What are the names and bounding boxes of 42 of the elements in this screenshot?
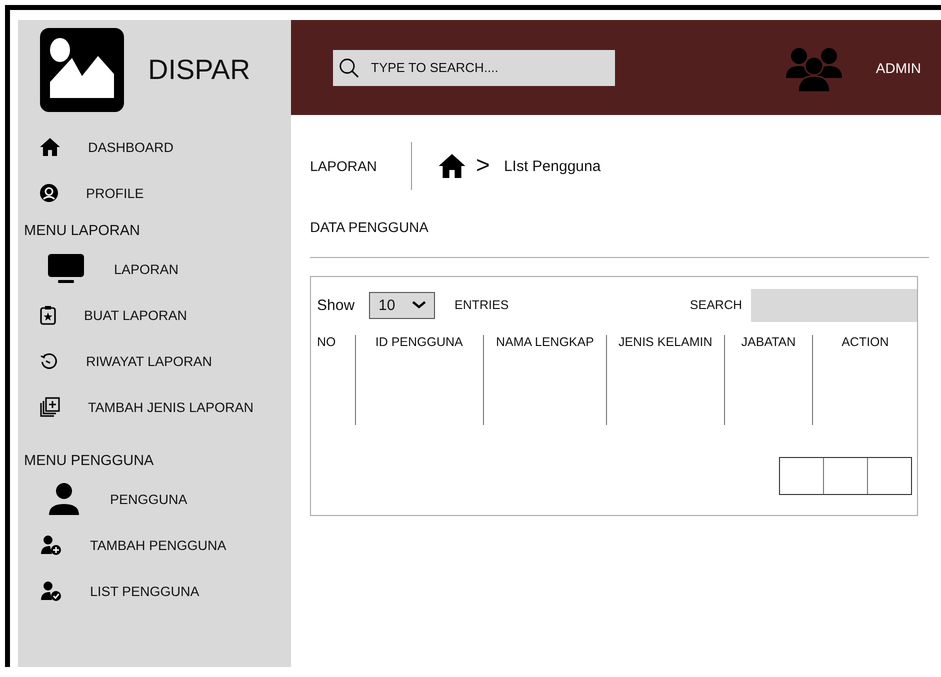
breadcrumb-current: LIst Pengguna <box>504 158 601 174</box>
page-size-select[interactable]: 10 <box>368 292 435 318</box>
menu-heading: MENU LAPORAN <box>23 222 140 241</box>
sidebar-item[interactable]: LAPORAN <box>18 246 291 292</box>
column-header: NO <box>317 335 336 349</box>
page-title: LAPORAN <box>310 158 377 174</box>
sidebar-item[interactable]: DASHBOARD <box>18 124 291 170</box>
profile-icon <box>40 184 58 202</box>
column-header: ID PENGGUNA <box>375 335 463 349</box>
sidebar-item[interactable]: TAMBAH JENIS LAPORAN <box>18 384 291 430</box>
search-label: SEARCH <box>690 298 742 312</box>
sidebar-item[interactable]: LIST PENGGUNA <box>18 568 291 614</box>
person-add-icon <box>40 535 62 555</box>
sidebar-item[interactable]: TAMBAH PENGGUNA <box>18 522 291 568</box>
show-label: Show <box>317 296 355 314</box>
person-check-icon <box>40 581 62 601</box>
monitor-icon <box>48 254 84 284</box>
history-icon <box>40 352 58 370</box>
search-field[interactable]: TYPE TO SEARCH.... <box>333 50 615 86</box>
chevron-down-icon <box>412 301 426 309</box>
sidebar-item[interactable]: PENGGUNA <box>18 476 291 522</box>
sidebar-item[interactable]: RIWAYAT LAPORAN <box>18 338 291 384</box>
home-icon <box>40 138 60 156</box>
image-logo-icon <box>40 28 124 112</box>
person-icon <box>48 482 80 516</box>
menu-heading: MENU PENGGUNA <box>23 452 154 471</box>
sidebar-item[interactable]: PROFILE <box>18 170 291 216</box>
breadcrumb-separator: > <box>476 152 490 180</box>
table-search-field[interactable] <box>751 288 917 322</box>
search-icon <box>339 58 359 78</box>
brand-name: DISPAR <box>148 54 250 86</box>
stack-add-icon <box>40 397 60 417</box>
sidebar-item[interactable]: BUAT LAPORAN <box>18 292 291 338</box>
home-icon[interactable] <box>438 154 466 178</box>
column-header: JABATAN <box>741 335 796 349</box>
user-name[interactable]: ADMIN <box>876 60 921 76</box>
pagination-control[interactable] <box>779 457 912 495</box>
entries-label: ENTRIES <box>454 298 509 312</box>
section-title: DATA PENGGUNA <box>310 219 430 235</box>
column-header: ACTION <box>842 335 889 349</box>
column-header: NAMA LENGKAP <box>496 335 594 349</box>
column-header: JENIS KELAMIN <box>618 335 712 349</box>
